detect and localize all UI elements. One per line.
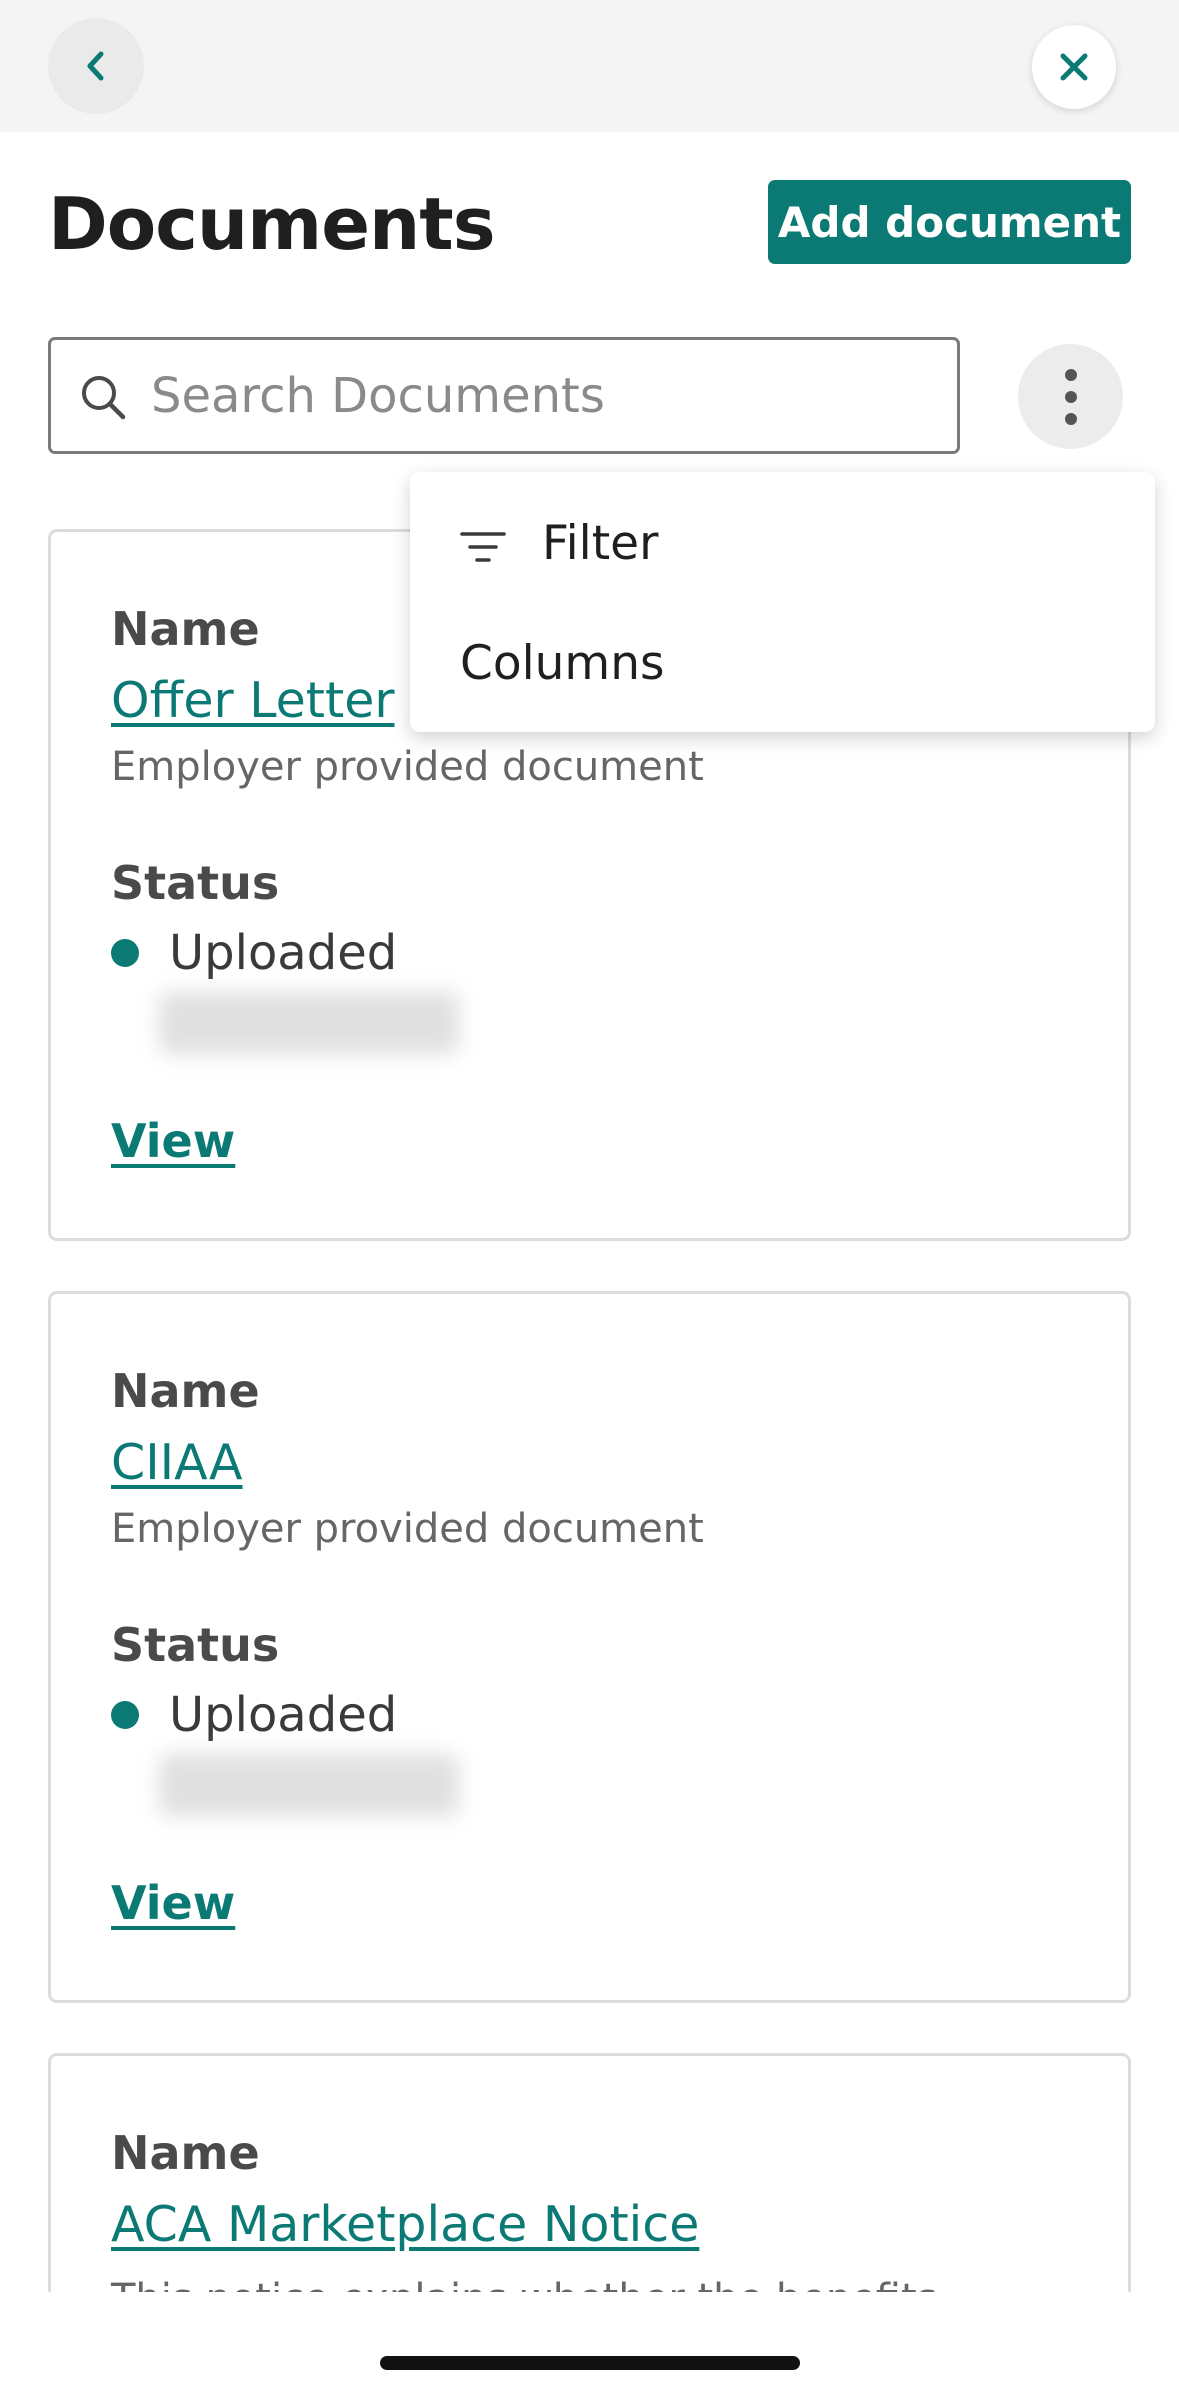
chevron-left-icon — [87, 51, 104, 81]
vertical-dots-icon — [1064, 368, 1077, 425]
document-description: Employer provided document — [111, 1506, 704, 1552]
search-field[interactable]: Search Documents — [48, 337, 960, 454]
status-label: Status — [111, 856, 280, 910]
document-description: Employer provided document — [111, 744, 704, 790]
top-bar — [0, 0, 1179, 132]
page-title: Documents — [48, 182, 496, 266]
menu-item-label: Columns — [460, 636, 665, 691]
status-value: Uploaded — [169, 1687, 398, 1743]
status-value: Uploaded — [169, 925, 398, 981]
menu-item-filter[interactable]: Filter — [410, 484, 1155, 602]
close-icon — [1060, 53, 1088, 81]
bottom-safe-area — [0, 2292, 1179, 2396]
name-label: Name — [111, 602, 260, 656]
close-button[interactable] — [1032, 25, 1116, 109]
status-row: Uploaded — [111, 1687, 397, 1743]
status-row: Uploaded — [111, 925, 397, 981]
search-placeholder: Search Documents — [151, 368, 605, 424]
status-dot — [111, 1701, 139, 1729]
view-link[interactable]: View — [111, 1114, 235, 1168]
document-name-link[interactable]: ACA Marketplace Notice — [111, 2196, 699, 2253]
status-label: Status — [111, 1618, 280, 1672]
filter-icon — [460, 532, 506, 562]
menu-item-columns[interactable]: Columns — [410, 604, 1155, 722]
search-icon — [82, 376, 126, 420]
document-name-link[interactable]: CIIAA — [111, 1434, 243, 1491]
document-name-link[interactable]: Offer Letter — [111, 672, 395, 729]
home-indicator — [380, 2356, 800, 2370]
more-options-button[interactable] — [1018, 344, 1123, 449]
name-label: Name — [111, 1364, 260, 1418]
redacted-date — [159, 1754, 459, 1816]
menu-item-label: Filter — [542, 516, 659, 571]
back-button[interactable] — [48, 18, 144, 114]
status-dot — [111, 939, 139, 967]
document-card: Name CIIAA Employer provided document St… — [48, 1291, 1131, 2003]
options-menu: Filter Columns — [410, 472, 1155, 732]
add-document-button[interactable]: Add document — [768, 180, 1131, 264]
name-label: Name — [111, 2126, 260, 2180]
view-link[interactable]: View — [111, 1876, 235, 1930]
redacted-date — [159, 992, 459, 1054]
